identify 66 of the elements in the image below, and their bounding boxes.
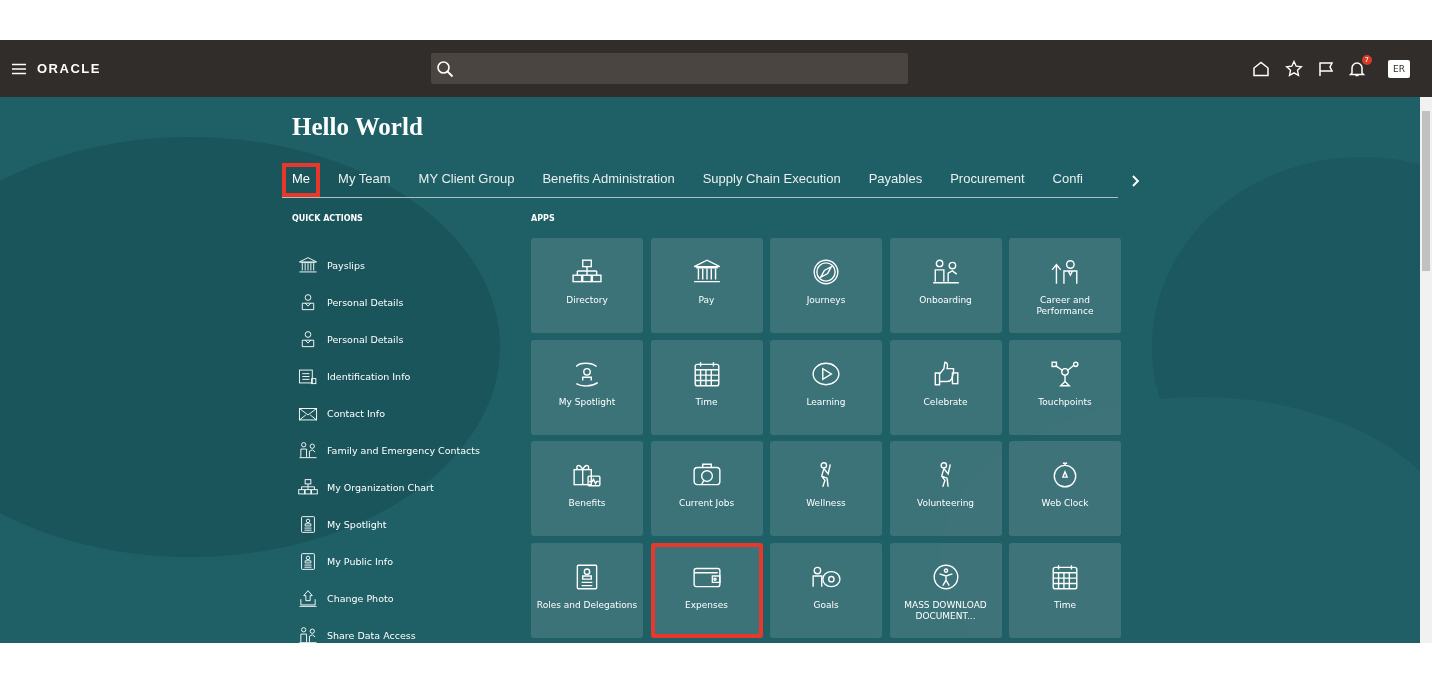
upload-icon xyxy=(298,589,318,608)
app-tile[interactable]: My Spotlight xyxy=(531,339,643,435)
tab[interactable]: Supply Chain Execution xyxy=(692,163,851,197)
quick-action-link[interactable]: Payslips xyxy=(292,247,531,284)
section-heading: QUICK ACTIONS xyxy=(292,214,364,225)
people-icon xyxy=(298,441,318,460)
app-tile[interactable]: Goals xyxy=(770,542,882,638)
tab[interactable]: Benefits Administration xyxy=(532,163,685,197)
app-tile[interactable]: Roles and Delegations xyxy=(531,542,643,638)
app-tile[interactable]: Current Jobs xyxy=(650,441,763,536)
calendar-icon xyxy=(1050,562,1080,591)
quick-action-link[interactable]: My Public Info xyxy=(292,543,531,580)
menu-icon[interactable] xyxy=(11,62,27,75)
app-tile[interactable]: Celebrate xyxy=(889,339,1002,435)
person-arrow-icon xyxy=(1050,258,1080,286)
app-tile[interactable]: Pay xyxy=(650,238,763,333)
chevron-right-icon[interactable] xyxy=(1130,173,1142,188)
app-tile[interactable]: Wellness xyxy=(770,441,882,536)
badge-icon xyxy=(298,552,318,571)
network-icon xyxy=(1050,359,1080,388)
flag-icon[interactable] xyxy=(1318,60,1334,77)
app-tile[interactable]: Journeys xyxy=(770,238,882,333)
home-icon[interactable] xyxy=(1252,60,1270,77)
app-tile[interactable]: Expenses xyxy=(650,542,763,638)
app-tile[interactable]: Directory xyxy=(531,238,643,333)
people-icon xyxy=(930,258,961,286)
app-tile[interactable]: Time xyxy=(650,339,763,435)
greeting-title: Hello World xyxy=(292,113,424,141)
tab[interactable]: Procurement xyxy=(940,163,1035,197)
bank-icon xyxy=(298,256,318,275)
star-icon[interactable] xyxy=(1285,60,1303,77)
app-tile[interactable]: Career and Performance xyxy=(1009,238,1121,333)
app-tile[interactable]: Onboarding xyxy=(889,238,1002,333)
app-tile[interactable]: Benefits xyxy=(531,441,643,536)
logo-text[interactable]: ORACLE xyxy=(37,61,101,76)
badge-icon xyxy=(298,515,318,534)
app-tile[interactable]: Web Clock xyxy=(1009,441,1121,536)
tab[interactable]: Me xyxy=(282,163,321,197)
quick-action-link[interactable]: My Spotlight xyxy=(292,506,531,543)
quick-action-link[interactable]: Family and Emergency Contacts xyxy=(292,432,531,469)
org-chart-icon xyxy=(298,478,318,497)
id-card-icon xyxy=(298,367,318,386)
search-field[interactable] xyxy=(431,53,908,84)
user-avatar[interactable]: ER xyxy=(1388,59,1410,78)
app-tile[interactable]: Volunteering xyxy=(889,441,1002,536)
search-icon xyxy=(436,59,454,78)
tab[interactable]: Confi xyxy=(1042,163,1093,197)
tab[interactable]: MY Client Group xyxy=(408,163,525,197)
quick-action-link[interactable]: Personal Details xyxy=(292,321,531,358)
quick-action-link[interactable]: Personal Details xyxy=(292,284,531,321)
app-tile[interactable]: Touchpoints xyxy=(1009,339,1121,435)
tab[interactable]: Payables xyxy=(858,163,933,197)
quick-action-link[interactable]: My Organization Chart xyxy=(292,469,531,506)
people-icon xyxy=(298,626,318,643)
quick-action-link[interactable]: Identification Info xyxy=(292,358,531,395)
quick-action-link[interactable]: Change Photo xyxy=(292,580,531,617)
compass-icon xyxy=(811,258,841,286)
tab[interactable]: My Team xyxy=(328,163,401,197)
bell-icon[interactable] xyxy=(1349,60,1365,77)
app-tile[interactable]: Learning xyxy=(770,339,882,435)
scrollbar[interactable] xyxy=(1420,97,1432,643)
section-heading: APPS xyxy=(531,214,556,225)
app-tile[interactable]: Time xyxy=(1009,542,1121,638)
quick-action-link[interactable]: Share Data Access xyxy=(292,617,531,643)
quick-action-link[interactable]: Contact Info xyxy=(292,395,531,432)
app-tile[interactable]: MASS DOWNLOAD DOCUMENT... xyxy=(889,542,1002,638)
